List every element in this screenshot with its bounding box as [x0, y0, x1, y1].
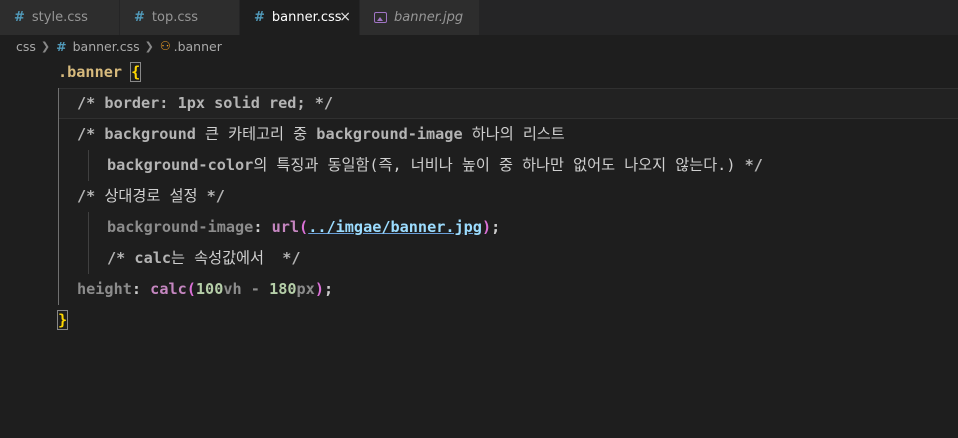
comment: background-image	[316, 125, 463, 143]
css-hash-icon: #	[14, 10, 25, 25]
tab-label: banner.jpg	[394, 10, 464, 25]
tab-label: style.css	[31, 10, 88, 25]
tab-style-css[interactable]: # style.css	[0, 0, 120, 35]
code-line: .banner {	[58, 57, 142, 88]
code-line: background-image: url(../imgae/banner.jp…	[107, 212, 500, 243]
semicolon: ;	[323, 280, 334, 298]
code-line: /* 상대경로 설정 */	[77, 181, 225, 212]
code-line: /* calc는 속성값에서 */	[107, 243, 301, 274]
open-brace: {	[130, 62, 142, 82]
comment: /*	[77, 187, 105, 205]
tab-top-css[interactable]: # top.css	[120, 0, 240, 35]
comment: */	[197, 187, 225, 205]
indent-guide	[58, 88, 59, 305]
code-line: /* border: 1px solid red; */	[77, 88, 333, 119]
chevron-right-icon: ❯	[144, 39, 154, 53]
css-hash-icon: #	[134, 10, 145, 25]
paren: (	[299, 218, 309, 236]
breadcrumb: css ❯ # banner.css ❯ ⚇ .banner	[0, 35, 958, 57]
css-function: calc	[150, 280, 187, 298]
breadcrumb-file[interactable]: banner.css	[73, 39, 140, 54]
code-line: height: calc(100vh - 180px);	[77, 274, 333, 305]
image-file-icon	[374, 12, 387, 23]
comment: 하나의 리스트	[462, 125, 565, 143]
comment: /* calc	[107, 249, 172, 267]
breadcrumb-symbol[interactable]: .banner	[174, 39, 222, 54]
colon: :	[253, 218, 272, 236]
colon: :	[131, 280, 151, 298]
css-property: background-image	[107, 218, 254, 236]
tab-banner-css[interactable]: # banner.css ×	[240, 0, 360, 35]
paren: )	[314, 280, 324, 298]
code-line: /* background 큰 카테고리 중 background-image …	[77, 119, 565, 150]
breadcrumb-folder[interactable]: css	[16, 39, 36, 54]
close-icon[interactable]: ×	[339, 9, 351, 25]
paren: (	[186, 280, 196, 298]
unit: px	[296, 280, 315, 298]
chevron-right-icon: ❯	[40, 39, 51, 53]
code-line: }	[56, 305, 69, 336]
number: 180	[269, 280, 297, 298]
unit: vh	[223, 280, 242, 298]
operator: -	[241, 280, 270, 298]
close-brace: }	[56, 310, 69, 330]
code-line: background-color의 특징과 동일함(즉, 너비나 높이 중 하나…	[107, 150, 763, 181]
css-hash-icon: #	[254, 10, 265, 25]
comment: 큰 카테고리 중	[195, 125, 317, 143]
number: 100	[195, 280, 224, 298]
paren: )	[481, 218, 492, 236]
selector-symbol-icon: ⚇	[159, 39, 171, 53]
indent-guide	[88, 150, 89, 181]
comment: 상대경로 설정	[104, 187, 198, 205]
semicolon: ;	[491, 218, 501, 236]
editor-tab-bar: # style.css # top.css # banner.css × ban…	[0, 0, 958, 35]
tab-banner-jpg[interactable]: banner.jpg	[360, 0, 480, 35]
comment: 는 속성값에서	[171, 249, 264, 267]
comment: 의 특징과 동일함(즉, 너비나 높이 중 하나만 없어도 나오지 않는다.)	[253, 156, 736, 174]
css-function: url	[271, 218, 300, 236]
css-hash-icon: #	[56, 38, 67, 54]
comment: background-color	[107, 156, 254, 174]
tab-label: top.css	[151, 10, 199, 25]
code-editor[interactable]: .banner { /* border: 1px solid red; */ /…	[0, 57, 958, 438]
comment: /* border: 1px solid red; */	[77, 94, 334, 112]
tab-label: banner.css	[271, 10, 342, 25]
css-property: height	[77, 280, 132, 298]
url-link[interactable]: ../imgae/banner.jpg	[308, 218, 482, 236]
indent-guide	[88, 212, 89, 274]
comment: */	[735, 156, 763, 174]
comment: /* background	[77, 125, 196, 143]
css-selector: .banner	[58, 63, 123, 81]
comment: */	[264, 249, 301, 267]
